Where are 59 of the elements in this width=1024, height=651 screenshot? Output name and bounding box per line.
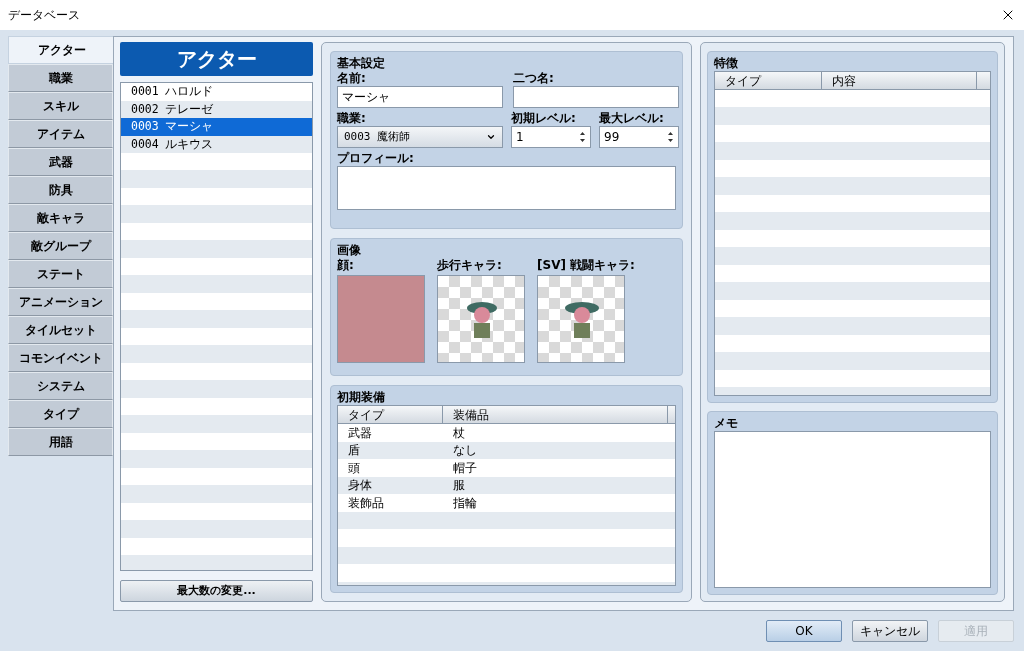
change-max-button[interactable]: 最大数の変更... (120, 580, 313, 602)
nickname-field[interactable] (513, 86, 679, 108)
category-tab[interactable]: 用語 (8, 428, 113, 456)
category-tab[interactable]: ステート (8, 260, 113, 288)
name-field[interactable]: マーシャ (337, 86, 503, 108)
spinner-arrows-icon (579, 131, 586, 143)
profile-field[interactable] (337, 166, 676, 210)
group-title: 基本設定 (337, 55, 385, 71)
category-tab[interactable]: タイプ (8, 400, 113, 428)
field-label: 顔: (337, 258, 354, 273)
category-tab[interactable]: 防具 (8, 176, 113, 204)
category-tab[interactable]: タイルセット (8, 316, 113, 344)
category-tab[interactable]: 敵キャラ (8, 204, 113, 232)
category-tab[interactable]: スキル (8, 92, 113, 120)
category-tab[interactable]: 敵グループ (8, 232, 113, 260)
table-cell-text: なし (452, 442, 478, 460)
group-title: 初期装備 (337, 389, 385, 405)
table-cell-text: 装飾品 (347, 494, 385, 512)
category-tab[interactable]: アニメーション (8, 288, 113, 316)
window-title: データベース (8, 7, 80, 24)
spinner-arrows-icon (667, 131, 674, 143)
table-cell-text: 指輪 (452, 494, 478, 512)
dialog-button[interactable]: キャンセル (852, 620, 928, 642)
category-tab[interactable]: アクター (8, 36, 114, 64)
field-label: 職業: (337, 111, 366, 126)
field-label: 歩行キャラ: (437, 258, 502, 273)
column-header[interactable]: タイプ (715, 72, 822, 89)
table-cell-text: 服 (452, 477, 466, 495)
table-cell-text: 盾 (347, 442, 361, 460)
note-field[interactable] (714, 431, 991, 588)
category-tab[interactable]: 職業 (8, 64, 113, 92)
field-label: [SV] 戦闘キャラ: (537, 258, 635, 273)
list-header: アクター (120, 42, 313, 76)
column-header[interactable]: 内容 (822, 72, 977, 89)
field-label: プロフィール: (337, 151, 414, 166)
category-tab[interactable]: 武器 (8, 148, 113, 176)
caret-icon (486, 132, 496, 142)
class-dropdown[interactable]: 0003 魔術師 (337, 126, 503, 148)
table-cell-text: 杖 (452, 424, 466, 442)
field-label: 二つ名: (513, 71, 554, 86)
group-title: メモ (714, 415, 738, 431)
dialog-button[interactable]: OK (766, 620, 842, 642)
actor-list-item[interactable]: 0003 マーシャ (121, 118, 312, 136)
field-label: 初期レベル: (511, 111, 576, 126)
table-cell-text: 身体 (347, 477, 373, 495)
category-tab[interactable]: アイテム (8, 120, 113, 148)
category-tab[interactable]: コモンイベント (8, 344, 113, 372)
category-tab[interactable]: システム (8, 372, 113, 400)
field-label: 最大レベル: (599, 111, 664, 126)
table-cell-text: 頭 (347, 459, 361, 477)
field-label: 名前: (337, 71, 366, 86)
group-title: 画像 (337, 242, 361, 258)
group-title: 特徴 (714, 55, 738, 71)
table-cell-text: 武器 (347, 424, 373, 442)
column-header[interactable]: 装備品 (443, 406, 668, 423)
number-spinner[interactable]: 1 (511, 126, 591, 148)
column-header[interactable]: タイプ (338, 406, 443, 423)
number-spinner[interactable]: 99 (599, 126, 679, 148)
table-cell-text: 帽子 (452, 459, 478, 477)
